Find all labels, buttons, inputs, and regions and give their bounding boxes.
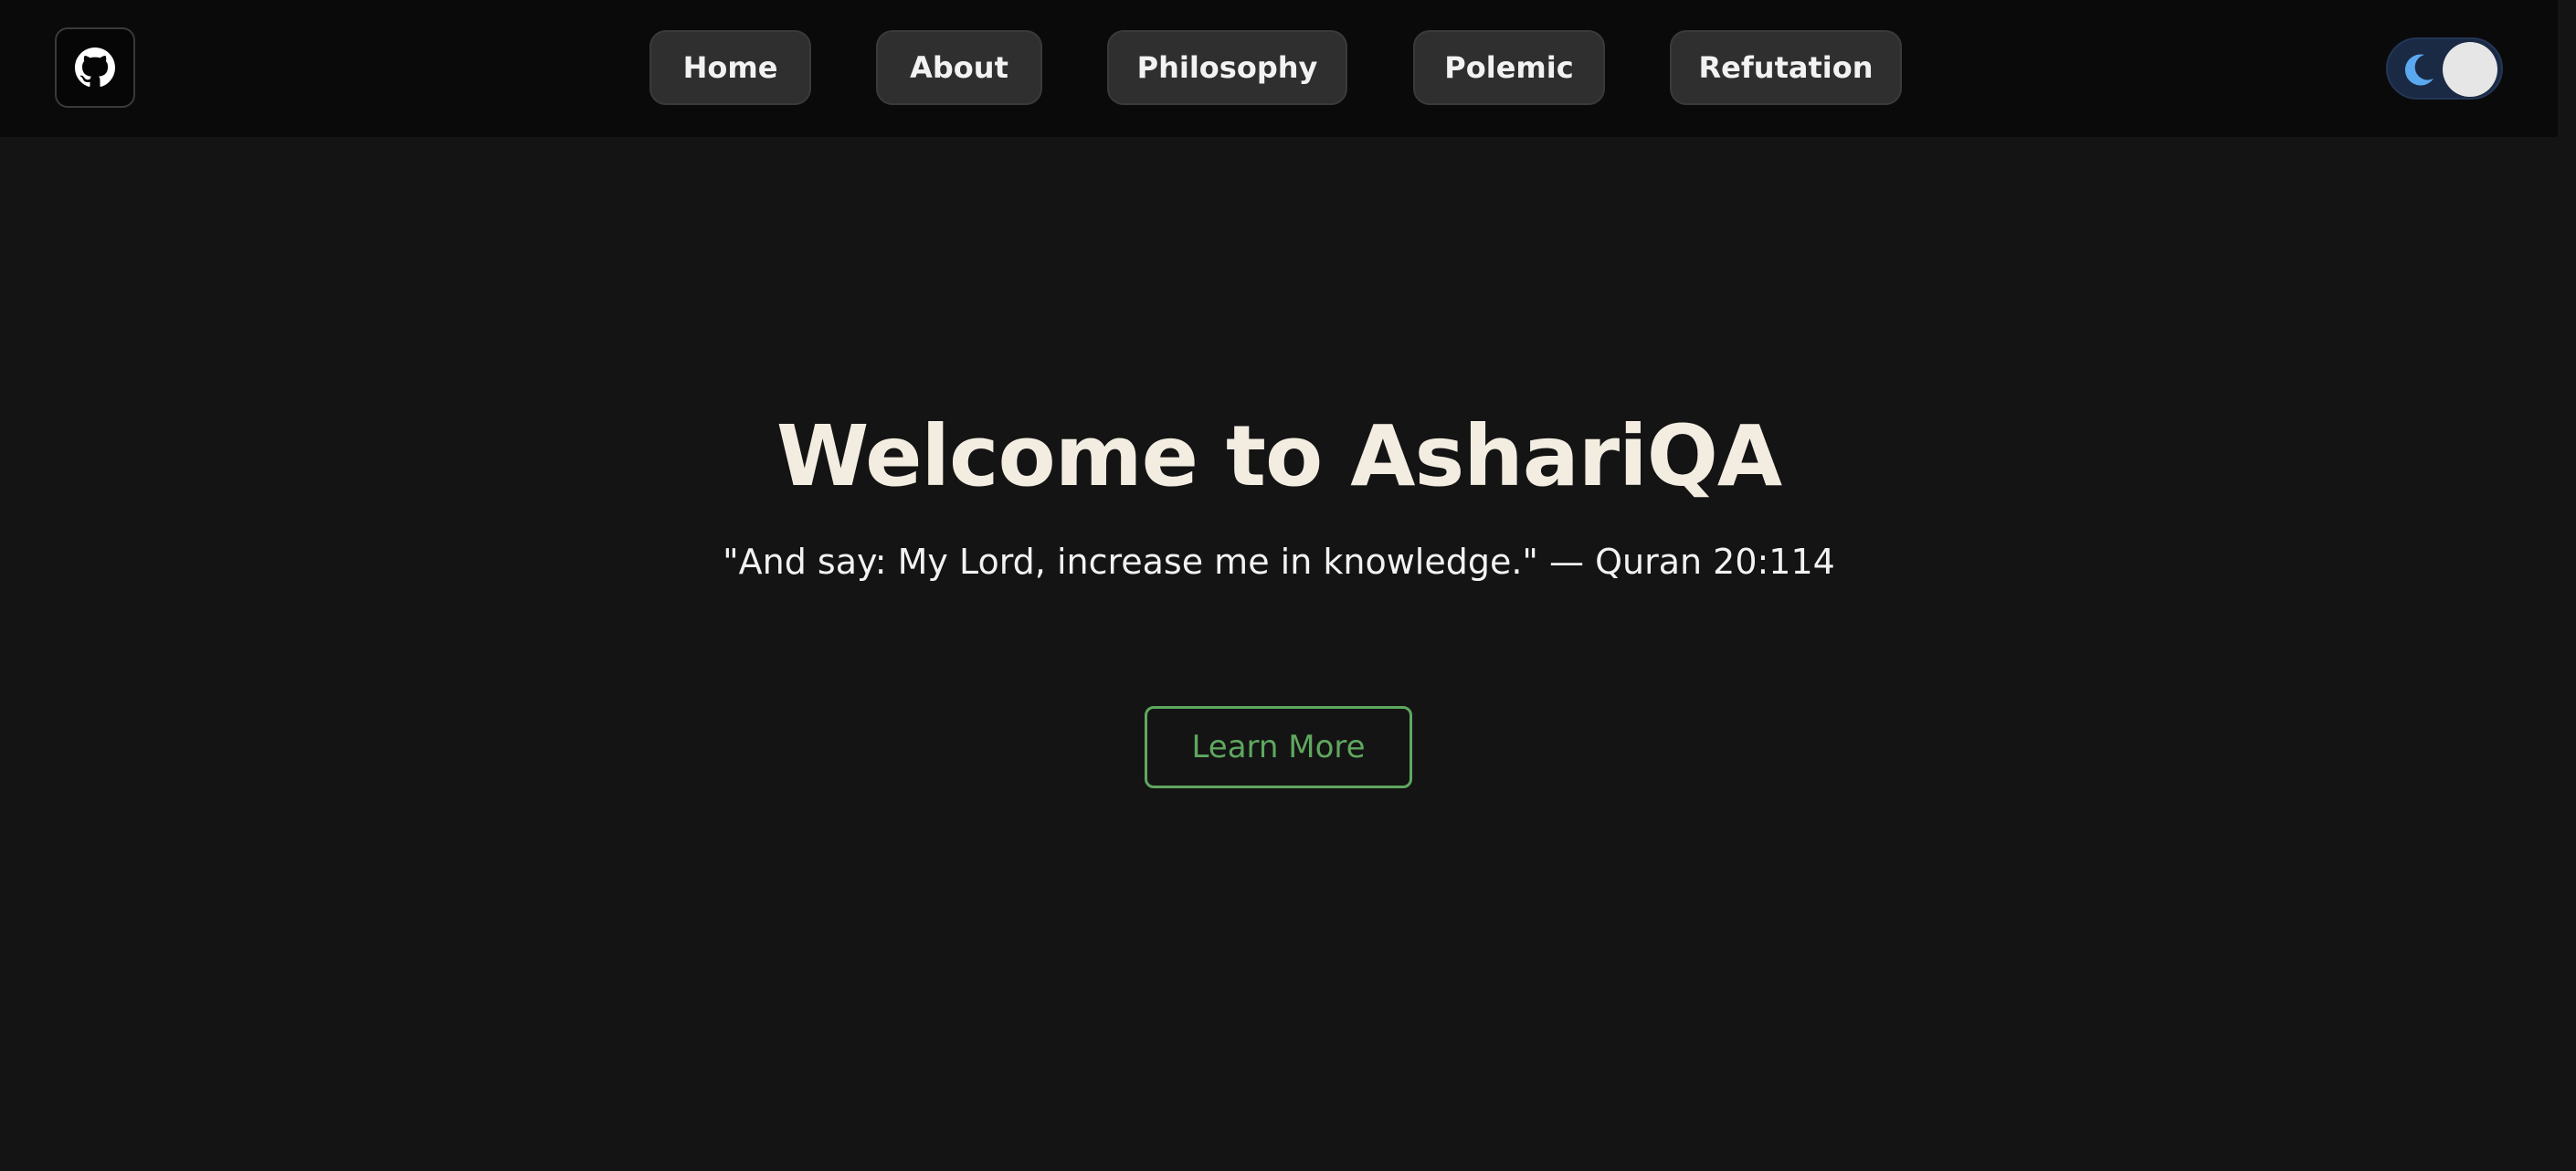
learn-more-button[interactable]: Learn More — [1145, 706, 1412, 788]
page: Home About Philosophy Polemic Refutation… — [0, 0, 2576, 1171]
nav-philosophy-button[interactable]: Philosophy — [1107, 30, 1347, 105]
nav-polemic-button[interactable]: Polemic — [1413, 30, 1605, 105]
scrollbar-gutter — [2558, 0, 2576, 1171]
navbar: Home About Philosophy Polemic Refutation — [0, 0, 2558, 137]
nav-links: Home About Philosophy Polemic Refutation — [0, 30, 2558, 105]
hero-section: Welcome to AshariQA "And say: My Lord, i… — [0, 393, 2558, 585]
toggle-knob[interactable] — [2443, 42, 2497, 97]
nav-home-button[interactable]: Home — [649, 30, 811, 105]
theme-toggle[interactable] — [2386, 37, 2503, 100]
nav-about-button[interactable]: About — [876, 30, 1042, 105]
hero-quote: "And say: My Lord, increase me in knowle… — [723, 542, 1835, 582]
nav-refutation-button[interactable]: Refutation — [1670, 30, 1902, 105]
moon-icon — [2404, 54, 2433, 86]
hero-title: Welcome to AshariQA — [776, 407, 1782, 505]
